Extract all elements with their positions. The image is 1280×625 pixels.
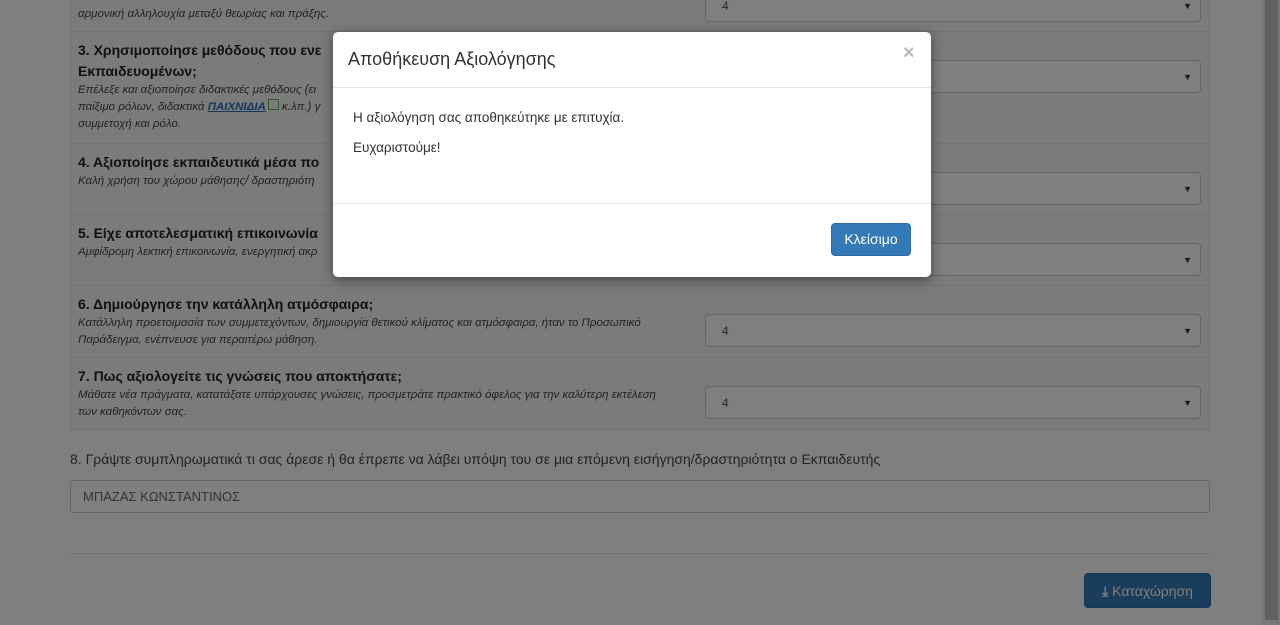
thanks-message: Ευχαριστούμε! (353, 140, 441, 155)
success-message: Η αξιολόγηση σας αποθηκεύτηκε με επιτυχί… (353, 110, 625, 125)
modal-footer-divider (333, 203, 931, 204)
close-icon[interactable]: × (903, 42, 915, 65)
modal-title: Αποθήκευση Αξιολόγησης (348, 49, 556, 69)
save-evaluation-modal: Αποθήκευση Αξιολόγησης × Η αξιολόγηση σα… (333, 32, 931, 277)
modal-header: Αποθήκευση Αξιολόγησης × (333, 32, 931, 88)
evaluation-page: αρμονική αλληλουχία μεταξύ θεωρίας και π… (0, 0, 1280, 625)
close-button[interactable]: Κλείσιμο (831, 223, 911, 256)
